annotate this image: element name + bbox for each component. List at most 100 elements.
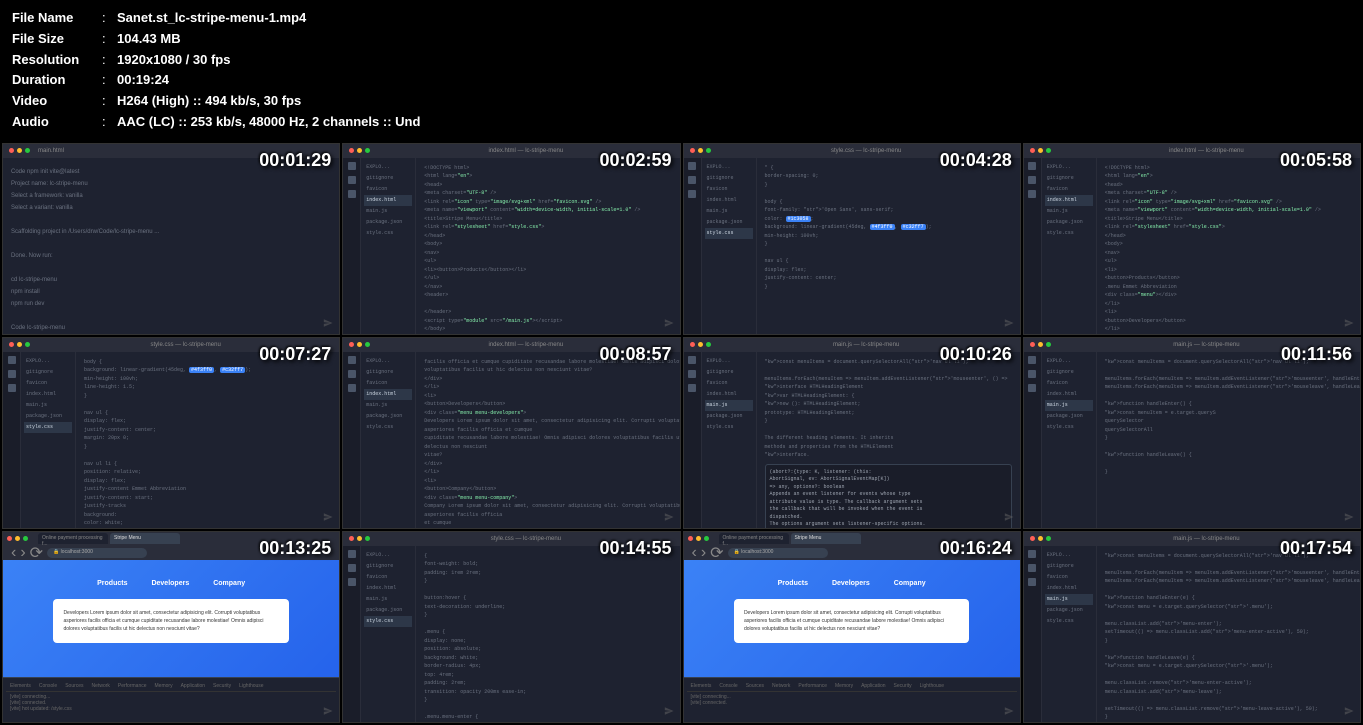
- devtools-panel[interactable]: ElementsConsoleSourcesNetworkPerformance…: [3, 677, 339, 722]
- activity-bar[interactable]: [1024, 158, 1042, 334]
- file-tree-item[interactable]: main.js: [1045, 400, 1093, 411]
- file-tree-item[interactable]: index.html: [705, 195, 753, 206]
- file-tree-item[interactable]: EXPLO...: [364, 550, 412, 561]
- search-icon[interactable]: [348, 176, 356, 184]
- git-icon[interactable]: [1028, 578, 1036, 586]
- file-tree-item[interactable]: gitignore: [705, 173, 753, 184]
- file-tree-item[interactable]: style.css: [705, 228, 753, 239]
- file-tree-item[interactable]: main.js: [705, 206, 753, 217]
- file-tree-item[interactable]: main.js: [1045, 594, 1093, 605]
- file-tree-item[interactable]: style.css: [1045, 228, 1093, 239]
- file-tree-item[interactable]: gitignore: [1045, 367, 1093, 378]
- file-tree-item[interactable]: index.html: [364, 583, 412, 594]
- file-tree-item[interactable]: package.json: [1045, 411, 1093, 422]
- search-icon[interactable]: [1028, 176, 1036, 184]
- file-tree-item[interactable]: index.html: [1045, 389, 1093, 400]
- file-tree-item[interactable]: main.js: [364, 400, 412, 411]
- file-tree-item[interactable]: EXPLO...: [705, 356, 753, 367]
- thumbnail[interactable]: 00:05:58index.html — lc-stripe-menu EXPL…: [1023, 143, 1361, 335]
- file-tree-item[interactable]: style.css: [364, 228, 412, 239]
- file-tree-item[interactable]: main.js: [24, 400, 72, 411]
- file-tree-item[interactable]: EXPLO...: [705, 162, 753, 173]
- thumbnail[interactable]: 00:17:54main.js — lc-stripe-menu EXPLO..…: [1023, 531, 1361, 723]
- file-tree-item[interactable]: index.html: [1045, 583, 1093, 594]
- thumbnail[interactable]: 00:02:59index.html — lc-stripe-menu EXPL…: [342, 143, 680, 335]
- file-tree-item[interactable]: favicon: [364, 572, 412, 583]
- file-tree-item[interactable]: gitignore: [1045, 173, 1093, 184]
- code-editor[interactable]: <!DOCTYPE html><html lang="en"><head> <m…: [1097, 158, 1360, 334]
- file-tree-item[interactable]: gitignore: [705, 367, 753, 378]
- file-tree-item[interactable]: style.css: [364, 422, 412, 433]
- file-tree-item[interactable]: gitignore: [364, 561, 412, 572]
- thumbnail[interactable]: 00:10:26main.js — lc-stripe-menu EXPLO..…: [683, 337, 1021, 529]
- thumbnail[interactable]: 00:07:27style.css — lc-stripe-menu EXPLO…: [2, 337, 340, 529]
- activity-bar[interactable]: [1024, 546, 1042, 722]
- code-editor[interactable]: "kw">const menuItems = document.querySel…: [1097, 546, 1360, 722]
- file-tree-item[interactable]: gitignore: [24, 367, 72, 378]
- activity-bar[interactable]: [343, 546, 361, 722]
- nav-item[interactable]: Developers: [832, 580, 870, 587]
- file-tree-item[interactable]: style.css: [364, 616, 412, 627]
- activity-bar[interactable]: [343, 352, 361, 528]
- code-editor[interactable]: facilis officia et cumque cupiditate rec…: [416, 352, 679, 528]
- file-tree-item[interactable]: EXPLO...: [1045, 550, 1093, 561]
- nav-item[interactable]: Company: [213, 580, 245, 587]
- search-icon[interactable]: [688, 176, 696, 184]
- browser-tab[interactable]: Online payment processing f...: [38, 533, 108, 544]
- nav-item[interactable]: Developers: [151, 580, 189, 587]
- file-tree-item[interactable]: package.json: [364, 605, 412, 616]
- code-editor[interactable]: <!DOCTYPE html><html lang="en"><head> <m…: [416, 158, 679, 334]
- file-explorer[interactable]: EXPLO...gitignorefaviconindex.htmlmain.j…: [702, 352, 757, 528]
- file-tree-item[interactable]: favicon: [1045, 572, 1093, 583]
- files-icon[interactable]: [1028, 162, 1036, 170]
- nav-item[interactable]: Company: [894, 580, 926, 587]
- file-explorer[interactable]: EXPLO...gitignorefaviconindex.htmlmain.j…: [21, 352, 76, 528]
- thumbnail[interactable]: 00:16:24 Online payment processing f...S…: [683, 531, 1021, 723]
- file-tree-item[interactable]: package.json: [1045, 217, 1093, 228]
- file-tree-item[interactable]: favicon: [705, 184, 753, 195]
- file-tree-item[interactable]: main.js: [364, 206, 412, 217]
- git-icon[interactable]: [348, 578, 356, 586]
- file-tree-item[interactable]: favicon: [705, 378, 753, 389]
- file-tree-item[interactable]: gitignore: [1045, 561, 1093, 572]
- git-icon[interactable]: [688, 384, 696, 392]
- file-explorer[interactable]: EXPLO...gitignorefaviconindex.htmlmain.j…: [1042, 546, 1097, 722]
- file-explorer[interactable]: EXPLO...gitignorefaviconindex.htmlmain.j…: [361, 546, 416, 722]
- files-icon[interactable]: [8, 356, 16, 364]
- code-editor[interactable]: "kw">const menuItems = document.querySel…: [757, 352, 1020, 528]
- activity-bar[interactable]: [3, 352, 21, 528]
- file-tree-item[interactable]: gitignore: [364, 367, 412, 378]
- file-tree-item[interactable]: style.css: [24, 422, 72, 433]
- file-tree-item[interactable]: favicon: [1045, 378, 1093, 389]
- code-editor[interactable]: { font-weight: bold; padding: 1rem 2rem;…: [416, 546, 679, 722]
- search-icon[interactable]: [1028, 564, 1036, 572]
- file-tree-item[interactable]: favicon: [24, 378, 72, 389]
- files-icon[interactable]: [1028, 356, 1036, 364]
- file-tree-item[interactable]: favicon: [364, 184, 412, 195]
- file-tree-item[interactable]: favicon: [1045, 184, 1093, 195]
- file-tree-item[interactable]: EXPLO...: [364, 162, 412, 173]
- devtools-panel[interactable]: ElementsConsoleSourcesNetworkPerformance…: [684, 677, 1020, 722]
- nav-item[interactable]: Products: [778, 580, 808, 587]
- thumbnail[interactable]: 00:01:29main.html Code npm init vite@lat…: [2, 143, 340, 335]
- git-icon[interactable]: [348, 190, 356, 198]
- search-icon[interactable]: [688, 370, 696, 378]
- file-tree-item[interactable]: package.json: [1045, 605, 1093, 616]
- activity-bar[interactable]: [684, 158, 702, 334]
- file-tree-item[interactable]: package.json: [705, 411, 753, 422]
- file-tree-item[interactable]: EXPLO...: [364, 356, 412, 367]
- search-icon[interactable]: [1028, 370, 1036, 378]
- activity-bar[interactable]: [343, 158, 361, 334]
- url-bar[interactable]: 🔒 localhost:3000: [728, 548, 828, 558]
- files-icon[interactable]: [348, 356, 356, 364]
- browser-tab[interactable]: Online payment processing f...: [719, 533, 789, 544]
- file-explorer[interactable]: EXPLO...gitignorefaviconindex.htmlmain.j…: [1042, 352, 1097, 528]
- thumbnail[interactable]: 00:14:55style.css — lc-stripe-menu EXPLO…: [342, 531, 680, 723]
- file-tree-item[interactable]: EXPLO...: [24, 356, 72, 367]
- file-tree-item[interactable]: style.css: [1045, 616, 1093, 627]
- git-icon[interactable]: [1028, 384, 1036, 392]
- code-editor[interactable]: * { border-spacing: 0;} body { font-fami…: [757, 158, 1020, 334]
- files-icon[interactable]: [348, 550, 356, 558]
- files-icon[interactable]: [688, 162, 696, 170]
- file-tree-item[interactable]: index.html: [705, 389, 753, 400]
